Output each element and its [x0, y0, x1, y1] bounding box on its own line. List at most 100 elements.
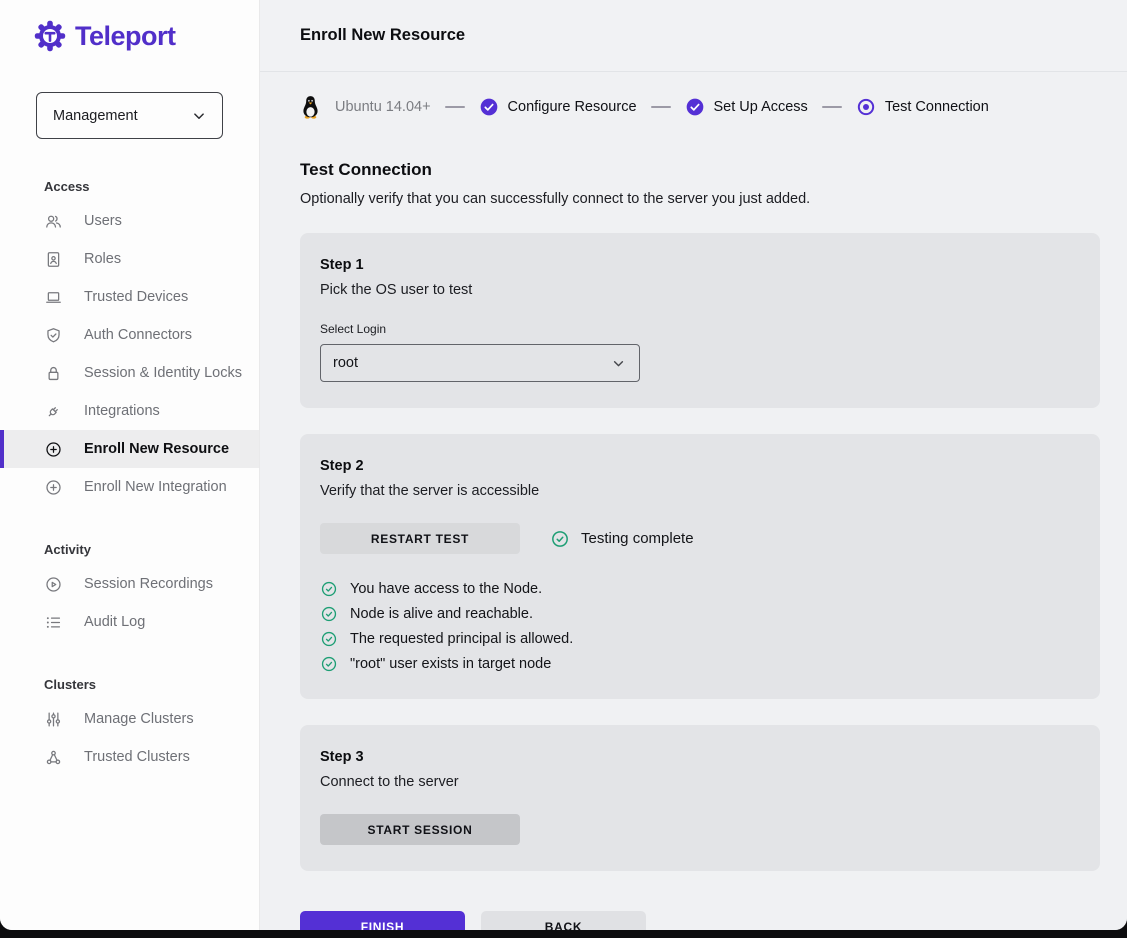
id-badge-icon [44, 250, 63, 269]
sidebar-item-session-recordings[interactable]: Session Recordings [0, 565, 259, 603]
sidebar-nav: Access Users Roles Trusted Devices Auth … [0, 165, 259, 776]
stepper-divider [651, 106, 671, 108]
lock-icon [44, 364, 63, 383]
page-header: Enroll New Resource [260, 0, 1127, 72]
check-item: "root" user exists in target node [320, 655, 1080, 673]
chevron-down-icon [190, 107, 208, 125]
plus-circle-icon [44, 440, 63, 459]
sidebar-item-users[interactable]: Users [0, 202, 259, 240]
sidebar-item-enroll-new-integration[interactable]: Enroll New Integration [0, 468, 259, 506]
sidebar-item-label: Auth Connectors [84, 327, 192, 343]
restart-test-button[interactable]: RESTART TEST [320, 523, 520, 554]
check-item: Node is alive and reachable. [320, 605, 1080, 623]
step3-description: Connect to the server [320, 774, 1080, 790]
step2-description: Verify that the server is accessible [320, 483, 1080, 499]
check-item-label: Node is alive and reachable. [350, 606, 533, 622]
step-complete-check-icon [685, 97, 705, 117]
nav-section-access: Access [0, 165, 259, 202]
sidebar-item-label: Trusted Clusters [84, 749, 190, 765]
enrollment-stepper: Ubuntu 14.04+ Configure Resource Set Up … [300, 94, 1100, 120]
play-circle-icon [44, 575, 63, 594]
sidebar-item-label: Trusted Devices [84, 289, 188, 305]
chevron-down-icon [610, 355, 627, 372]
start-session-button[interactable]: START SESSION [320, 814, 520, 845]
success-check-icon [320, 605, 338, 623]
test-checklist: You have access to the Node. Node is ali… [320, 580, 1080, 673]
sidebar-item-label: Enroll New Integration [84, 479, 227, 495]
sidebar-item-audit-log[interactable]: Audit Log [0, 603, 259, 641]
test-status-label: Testing complete [581, 530, 694, 547]
sidebar-item-integrations[interactable]: Integrations [0, 392, 259, 430]
step-label: Test Connection [885, 99, 989, 115]
step-test-connection: Test Connection [856, 97, 989, 117]
back-button[interactable]: BACK [481, 911, 646, 930]
step3-card: Step 3 Connect to the server START SESSI… [300, 725, 1100, 871]
plus-circle-icon [44, 478, 63, 497]
list-icon [44, 613, 63, 632]
nav-section-clusters: Clusters [0, 663, 259, 700]
teleport-gear-icon [34, 20, 66, 52]
step-label: Configure Resource [508, 99, 637, 115]
workspace-selector-value: Management [53, 108, 138, 124]
window-bottom-edge [0, 930, 1127, 938]
stepper-divider [822, 106, 842, 108]
sidebar-item-label: Users [84, 213, 122, 229]
shield-check-icon [44, 326, 63, 345]
sidebar-item-label: Audit Log [84, 614, 145, 630]
step1-title: Step 1 [320, 257, 1080, 273]
step-set-up-access: Set Up Access [685, 97, 808, 117]
workspace-selector[interactable]: Management [36, 92, 223, 139]
step-complete-check-icon [479, 97, 499, 117]
sidebar-item-trusted-devices[interactable]: Trusted Devices [0, 278, 259, 316]
success-check-icon [320, 655, 338, 673]
stepper-divider [445, 106, 465, 108]
step3-title: Step 3 [320, 749, 1080, 765]
sidebar-item-label: Enroll New Resource [84, 441, 229, 457]
linux-tux-icon [300, 94, 321, 120]
section-subtitle: Optionally verify that you can successfu… [300, 191, 1100, 207]
sidebar-item-auth-connectors[interactable]: Auth Connectors [0, 316, 259, 354]
select-login-label: Select Login [320, 322, 1080, 336]
sidebar-item-manage-clusters[interactable]: Manage Clusters [0, 700, 259, 738]
step2-card: Step 2 Verify that the server is accessi… [300, 434, 1100, 699]
check-item-label: You have access to the Node. [350, 581, 542, 597]
check-item-label: The requested principal is allowed. [350, 631, 573, 647]
wizard-footer: FINISH BACK [300, 911, 1100, 930]
network-icon [44, 748, 63, 767]
login-select[interactable]: root [320, 344, 640, 382]
nav-section-activity: Activity [0, 528, 259, 565]
plug-icon [44, 402, 63, 421]
step1-card: Step 1 Pick the OS user to test Select L… [300, 233, 1100, 408]
users-icon [44, 212, 63, 231]
sidebar-item-label: Manage Clusters [84, 711, 194, 727]
step-active-bullseye-icon [856, 97, 876, 117]
sidebar-item-trusted-clusters[interactable]: Trusted Clusters [0, 738, 259, 776]
sidebar-item-roles[interactable]: Roles [0, 240, 259, 278]
sidebar-item-session-identity-locks[interactable]: Session & Identity Locks [0, 354, 259, 392]
check-item: You have access to the Node. [320, 580, 1080, 598]
resource-label: Ubuntu 14.04+ [335, 99, 431, 115]
sidebar-item-label: Integrations [84, 403, 160, 419]
teleport-logo[interactable]: Teleport [34, 20, 259, 52]
page-title: Enroll New Resource [300, 26, 465, 45]
sliders-icon [44, 710, 63, 729]
check-item: The requested principal is allowed. [320, 630, 1080, 648]
sidebar: Teleport Management Access Users Roles T… [0, 0, 260, 930]
app-window: Teleport Management Access Users Roles T… [0, 0, 1127, 930]
finish-button[interactable]: FINISH [300, 911, 465, 930]
section-title: Test Connection [300, 160, 1100, 180]
sidebar-item-label: Session Recordings [84, 576, 213, 592]
success-check-icon [320, 630, 338, 648]
test-status: Testing complete [550, 529, 694, 549]
success-check-icon [550, 529, 570, 549]
brand-name: Teleport [75, 21, 176, 52]
laptop-icon [44, 288, 63, 307]
step1-description: Pick the OS user to test [320, 282, 1080, 298]
success-check-icon [320, 580, 338, 598]
step-configure-resource: Configure Resource [479, 97, 637, 117]
login-select-value: root [333, 355, 358, 371]
sidebar-item-label: Roles [84, 251, 121, 267]
content-area: Ubuntu 14.04+ Configure Resource Set Up … [260, 72, 1127, 930]
sidebar-item-enroll-new-resource[interactable]: Enroll New Resource [0, 430, 259, 468]
step2-title: Step 2 [320, 458, 1080, 474]
